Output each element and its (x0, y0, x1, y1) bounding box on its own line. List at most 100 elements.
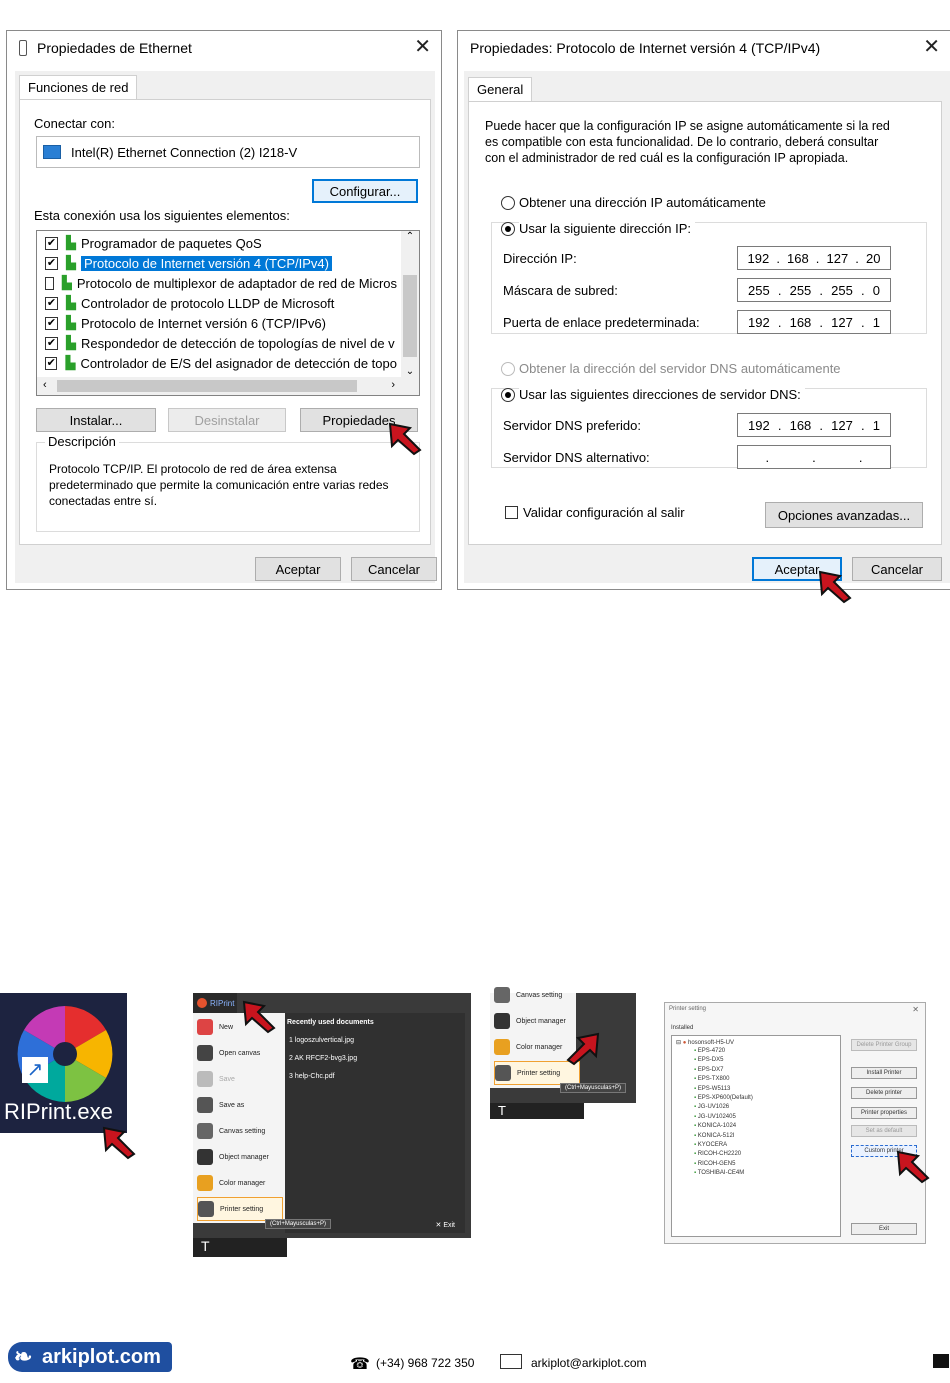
checkbox[interactable] (45, 276, 54, 290)
manual-ip-label[interactable]: Usar la siguiente dirección IP: (519, 221, 695, 236)
root-label: hosonsoft-H5-UV (688, 1040, 735, 1046)
scroll-right-icon[interactable]: › (391, 379, 395, 391)
network-tab-panel: Conectar con: Intel(R) Ethernet Connecti… (19, 99, 431, 545)
menu-item-open-canvas[interactable]: Open canvas (197, 1041, 283, 1065)
manual-dns-radio[interactable] (501, 388, 515, 402)
text-tool-icon[interactable]: T (498, 1103, 506, 1118)
recent-item[interactable]: 3 help-Chc.pdf (289, 1073, 335, 1080)
network-component-icon: ▙ (66, 255, 76, 270)
set-default-button: Set as default (851, 1125, 917, 1137)
menu-item-color-manager[interactable]: Color manager (197, 1171, 283, 1195)
brand-logo[interactable]: ❧ arkiplot.com (8, 1342, 172, 1372)
checkbox[interactable]: ✔ (45, 296, 58, 310)
install-button[interactable]: Instalar... (36, 408, 156, 432)
list-item[interactable]: ✔ ▙ Controlador de E/S del asignador de de… (37, 353, 397, 373)
email-address[interactable]: arkiplot@arkiplot.com (531, 1356, 647, 1370)
riprint-file-menu: RIPrint New Open canvas Save Save as Can… (193, 993, 471, 1238)
network-component-icon: ▙ (66, 335, 76, 350)
list-item[interactable]: ✔ ▙ Programador de paquetes QoS (37, 233, 397, 253)
mail-icon (500, 1354, 522, 1369)
scroll-down-icon[interactable]: ⌄ (401, 366, 419, 377)
close-icon[interactable]: ✕ (414, 37, 431, 57)
eth-cancel-button[interactable]: Cancelar (351, 557, 437, 581)
scroll-thumb[interactable] (403, 275, 417, 357)
checkbox[interactable]: ✔ (45, 256, 58, 270)
close-icon[interactable]: ✕ (923, 37, 940, 57)
printer-tree-item[interactable]: ▪ EPS-DX5 (694, 1057, 723, 1063)
printer-tree-item[interactable]: ▪ RICOH-CH2220 (694, 1151, 741, 1157)
printer-tree-item[interactable]: ▪ KONICA-1024 (694, 1123, 736, 1129)
printer-tree-item[interactable]: ▪ EPS-XP600(Default) (694, 1095, 753, 1101)
printer-tree-item[interactable]: ▪ JG-UV1026 (694, 1104, 729, 1110)
tab-general[interactable]: General (468, 77, 532, 101)
menu-item-save-as[interactable]: Save as (197, 1093, 283, 1117)
scroll-up-icon[interactable]: ⌃ (401, 231, 419, 242)
printer-tree-item[interactable]: ▪ RICOH-GEN5 (694, 1161, 735, 1167)
riprint-desktop-icon[interactable]: ↗ RIPrint.exe (0, 993, 127, 1133)
printer-tree-item[interactable]: ▪ JG-UV102405 (694, 1114, 736, 1120)
printer-tree-item[interactable]: ▪ KYOCERA (694, 1142, 727, 1148)
folder-icon (197, 1045, 213, 1061)
configure-button[interactable]: Configurar... (312, 179, 418, 203)
recent-item[interactable]: 2 AK RFCF2-bvg3.jpg (289, 1055, 357, 1062)
printer-tree-item[interactable]: ▪ EPS-DX7 (694, 1067, 723, 1073)
dns2-field[interactable]: ... (737, 445, 891, 469)
manual-dns-label[interactable]: Usar las siguientes direcciones de servi… (519, 387, 805, 402)
list-item-ipv4[interactable]: ✔ ▙ Protocolo de Internet versión 4 (TCP/I… (37, 253, 397, 273)
advanced-options-button[interactable]: Opciones avanzadas... (765, 502, 923, 528)
install-printer-button[interactable]: Install Printer (851, 1067, 917, 1079)
validate-checkbox[interactable] (505, 506, 518, 519)
printer-label: EPS-W5113 (697, 1085, 731, 1092)
close-icon[interactable]: ✕ (912, 1005, 919, 1014)
menu-item-canvas-setting[interactable]: Canvas setting (197, 1119, 283, 1143)
menu-item-canvas-setting[interactable]: Canvas setting (494, 983, 580, 1007)
auto-ip-label[interactable]: Obtener una dirección IP automáticamente (519, 195, 766, 210)
subnet-mask-field[interactable]: 255. 255. 255. 0 (737, 278, 891, 302)
printer-tree-item[interactable]: ▪ KONICA-512I (694, 1133, 734, 1139)
exit-button[interactable]: Exit (851, 1223, 917, 1235)
list-item[interactable]: ✔ ▙ Respondedor de detección de topologías… (37, 333, 397, 353)
scroll-thumb-h[interactable] (57, 380, 357, 392)
elements-list[interactable]: ✔ ▙ Programador de paquetes QoS ✔ ▙ Protocol… (36, 230, 420, 396)
tab-network-functions[interactable]: Funciones de red (19, 75, 138, 99)
validate-label[interactable]: Validar configuración al salir (523, 505, 685, 520)
dns1-field[interactable]: 192. 168. 127. 1 (737, 413, 891, 437)
network-component-icon: ▙ (66, 295, 76, 310)
checkbox[interactable]: ✔ (45, 236, 58, 250)
menu-item-object-manager[interactable]: Object manager (197, 1145, 283, 1169)
ipv4-cancel-button[interactable]: Cancelar (852, 557, 942, 581)
manual-ip-radio[interactable] (501, 222, 515, 236)
auto-ip-radio[interactable] (501, 196, 515, 210)
vertical-scrollbar[interactable]: ⌃ ⌄ (401, 231, 419, 377)
gateway-field[interactable]: 192. 168. 127. 1 (737, 310, 891, 334)
tree-root[interactable]: ⊟ ● hosonsoft-H5-UV (676, 1039, 734, 1046)
checkbox[interactable]: ✔ (45, 356, 58, 370)
printer-tree-item[interactable]: ▪ EPS-W5113 (694, 1086, 730, 1092)
recent-item[interactable]: 1 logoszulvertical.jpg (289, 1037, 354, 1044)
canvas-icon (494, 987, 510, 1003)
menu-item-printer-setting[interactable]: Printer setting (197, 1197, 283, 1221)
printer-properties-button[interactable]: Printer properties (851, 1107, 917, 1119)
menu-item-object-manager[interactable]: Object manager (494, 1009, 580, 1033)
checkbox[interactable]: ✔ (45, 316, 58, 330)
checkbox[interactable]: ✔ (45, 336, 58, 350)
ip-address-field[interactable]: 192. 168. 127. 20 (737, 246, 891, 270)
printer-tree-item[interactable]: ▪ EPS-4720 (694, 1048, 725, 1054)
app-menu-button[interactable]: RIPrint (193, 993, 237, 1013)
list-item[interactable]: ▙ Protocolo de multiplexor de adaptador d… (37, 273, 397, 293)
text-tool-icon[interactable]: T (201, 1238, 210, 1254)
list-item[interactable]: ✔ ▙ Protocolo de Internet versión 6 (TCP/I… (37, 313, 397, 333)
adapter-field: Intel(R) Ethernet Connection (2) I218-V (36, 136, 420, 168)
printer-tree-item[interactable]: ▪ TOSHIBAI-CE4M (694, 1170, 744, 1176)
delete-printer-button[interactable]: Delete printer (851, 1087, 917, 1099)
printer-tree-item[interactable]: ▪ EPS-TX800 (694, 1076, 729, 1082)
eth-ok-button[interactable]: Aceptar (255, 557, 341, 581)
list-item[interactable]: ✔ ▙ Controlador de protocolo LLDP de Micro… (37, 293, 397, 313)
exit-button[interactable]: ✕ Exit (436, 1221, 455, 1229)
network-component-icon: ▙ (65, 355, 76, 370)
phone-number: (+34) 968 722 350 (376, 1356, 475, 1370)
menu-item-save: Save (197, 1067, 283, 1091)
scroll-left-icon[interactable]: ‹ (43, 379, 47, 391)
printer-tree[interactable]: ⊟ ● hosonsoft-H5-UV ▪ EPS-4720 ▪ EPS-DX5 ▪… (671, 1035, 841, 1237)
horizontal-scrollbar[interactable]: ‹ › (37, 377, 419, 395)
